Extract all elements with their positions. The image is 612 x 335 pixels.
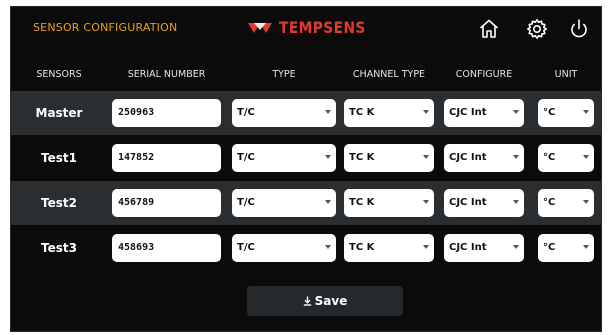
unit-value: °C: [543, 242, 556, 253]
sensor-row-test1: Test1 147852 T/C TC K CJC Int °C: [11, 136, 601, 180]
sensor-label: Test2: [41, 196, 77, 210]
chevron-down-icon: [513, 200, 519, 204]
configure-value: CJC Int: [449, 197, 487, 208]
sensor-config-screen: SENSOR CONFIGURATION TEMPSENS SENSORS SE…: [10, 6, 602, 332]
brand-logo: TEMPSENS: [247, 18, 380, 37]
configure-select[interactable]: CJC Int: [444, 189, 524, 217]
configure-value: CJC Int: [449, 242, 487, 253]
type-select[interactable]: T/C: [232, 144, 336, 172]
unit-select[interactable]: °C: [538, 99, 594, 127]
sensor-row-test2: Test2 456789 T/C TC K CJC Int °C: [11, 181, 601, 225]
column-header-serial-number: SERIAL NUMBER: [127, 69, 206, 80]
column-header-channel-type: CHANNEL TYPE: [352, 69, 426, 80]
home-icon[interactable]: [477, 17, 501, 41]
serial-number-input[interactable]: 147852: [112, 144, 221, 172]
chevron-down-icon: [423, 110, 429, 114]
type-select[interactable]: T/C: [232, 99, 336, 127]
configure-value: CJC Int: [449, 152, 487, 163]
chevron-down-icon: [583, 200, 589, 204]
type-value: T/C: [237, 107, 255, 118]
unit-value: °C: [543, 197, 556, 208]
sensor-row-master: Master 250963 T/C TC K CJC Int °C: [11, 91, 601, 135]
unit-select[interactable]: °C: [538, 144, 594, 172]
configure-value: CJC Int: [449, 107, 487, 118]
brand-name: TEMPSENS: [279, 18, 366, 37]
power-icon[interactable]: [567, 17, 591, 41]
chevron-down-icon: [325, 110, 331, 114]
column-header-unit: UNIT: [554, 69, 578, 80]
sensor-label: Test1: [41, 151, 77, 165]
chevron-down-icon: [583, 155, 589, 159]
channel-type-value: TC K: [349, 197, 375, 208]
type-value: T/C: [237, 152, 255, 163]
unit-select[interactable]: °C: [538, 234, 594, 262]
serial-number-input[interactable]: 458693: [112, 234, 221, 262]
unit-select[interactable]: °C: [538, 189, 594, 217]
configure-select[interactable]: CJC Int: [444, 234, 524, 262]
unit-value: °C: [543, 152, 556, 163]
chevron-down-icon: [423, 155, 429, 159]
sensor-label: Master: [35, 106, 83, 120]
sensor-label: Test3: [41, 241, 77, 255]
channel-type-select[interactable]: TC K: [344, 99, 434, 127]
chevron-down-icon: [513, 245, 519, 249]
chevron-down-icon: [513, 155, 519, 159]
type-select[interactable]: T/C: [232, 234, 336, 262]
channel-type-select[interactable]: TC K: [344, 189, 434, 217]
channel-type-select[interactable]: TC K: [344, 234, 434, 262]
sensor-row-test3: Test3 458693 T/C TC K CJC Int °C: [11, 226, 601, 270]
save-button-label: Save: [314, 294, 348, 308]
serial-number-input[interactable]: 250963: [112, 99, 221, 127]
chevron-down-icon: [583, 110, 589, 114]
brand-mark-icon: [248, 22, 272, 33]
channel-type-value: TC K: [349, 152, 375, 163]
chevron-down-icon: [325, 245, 331, 249]
type-value: T/C: [237, 197, 255, 208]
serial-number-input[interactable]: 456789: [112, 189, 221, 217]
column-header-configure: CONFIGURE: [455, 69, 513, 80]
type-value: T/C: [237, 242, 255, 253]
column-header-sensors: SENSORS: [36, 69, 82, 80]
chevron-down-icon: [325, 200, 331, 204]
configure-select[interactable]: CJC Int: [444, 99, 524, 127]
chevron-down-icon: [325, 155, 331, 159]
channel-type-value: TC K: [349, 242, 375, 253]
download-icon: [303, 296, 311, 306]
save-button[interactable]: Save: [247, 286, 403, 316]
page-title: SENSOR CONFIGURATION: [33, 21, 178, 34]
chevron-down-icon: [423, 245, 429, 249]
chevron-down-icon: [513, 110, 519, 114]
column-header-type: TYPE: [272, 69, 296, 80]
type-select[interactable]: T/C: [232, 189, 336, 217]
gear-icon[interactable]: [525, 17, 549, 41]
channel-type-select[interactable]: TC K: [344, 144, 434, 172]
chevron-down-icon: [583, 245, 589, 249]
configure-select[interactable]: CJC Int: [444, 144, 524, 172]
unit-value: °C: [543, 107, 556, 118]
chevron-down-icon: [423, 200, 429, 204]
channel-type-value: TC K: [349, 107, 375, 118]
